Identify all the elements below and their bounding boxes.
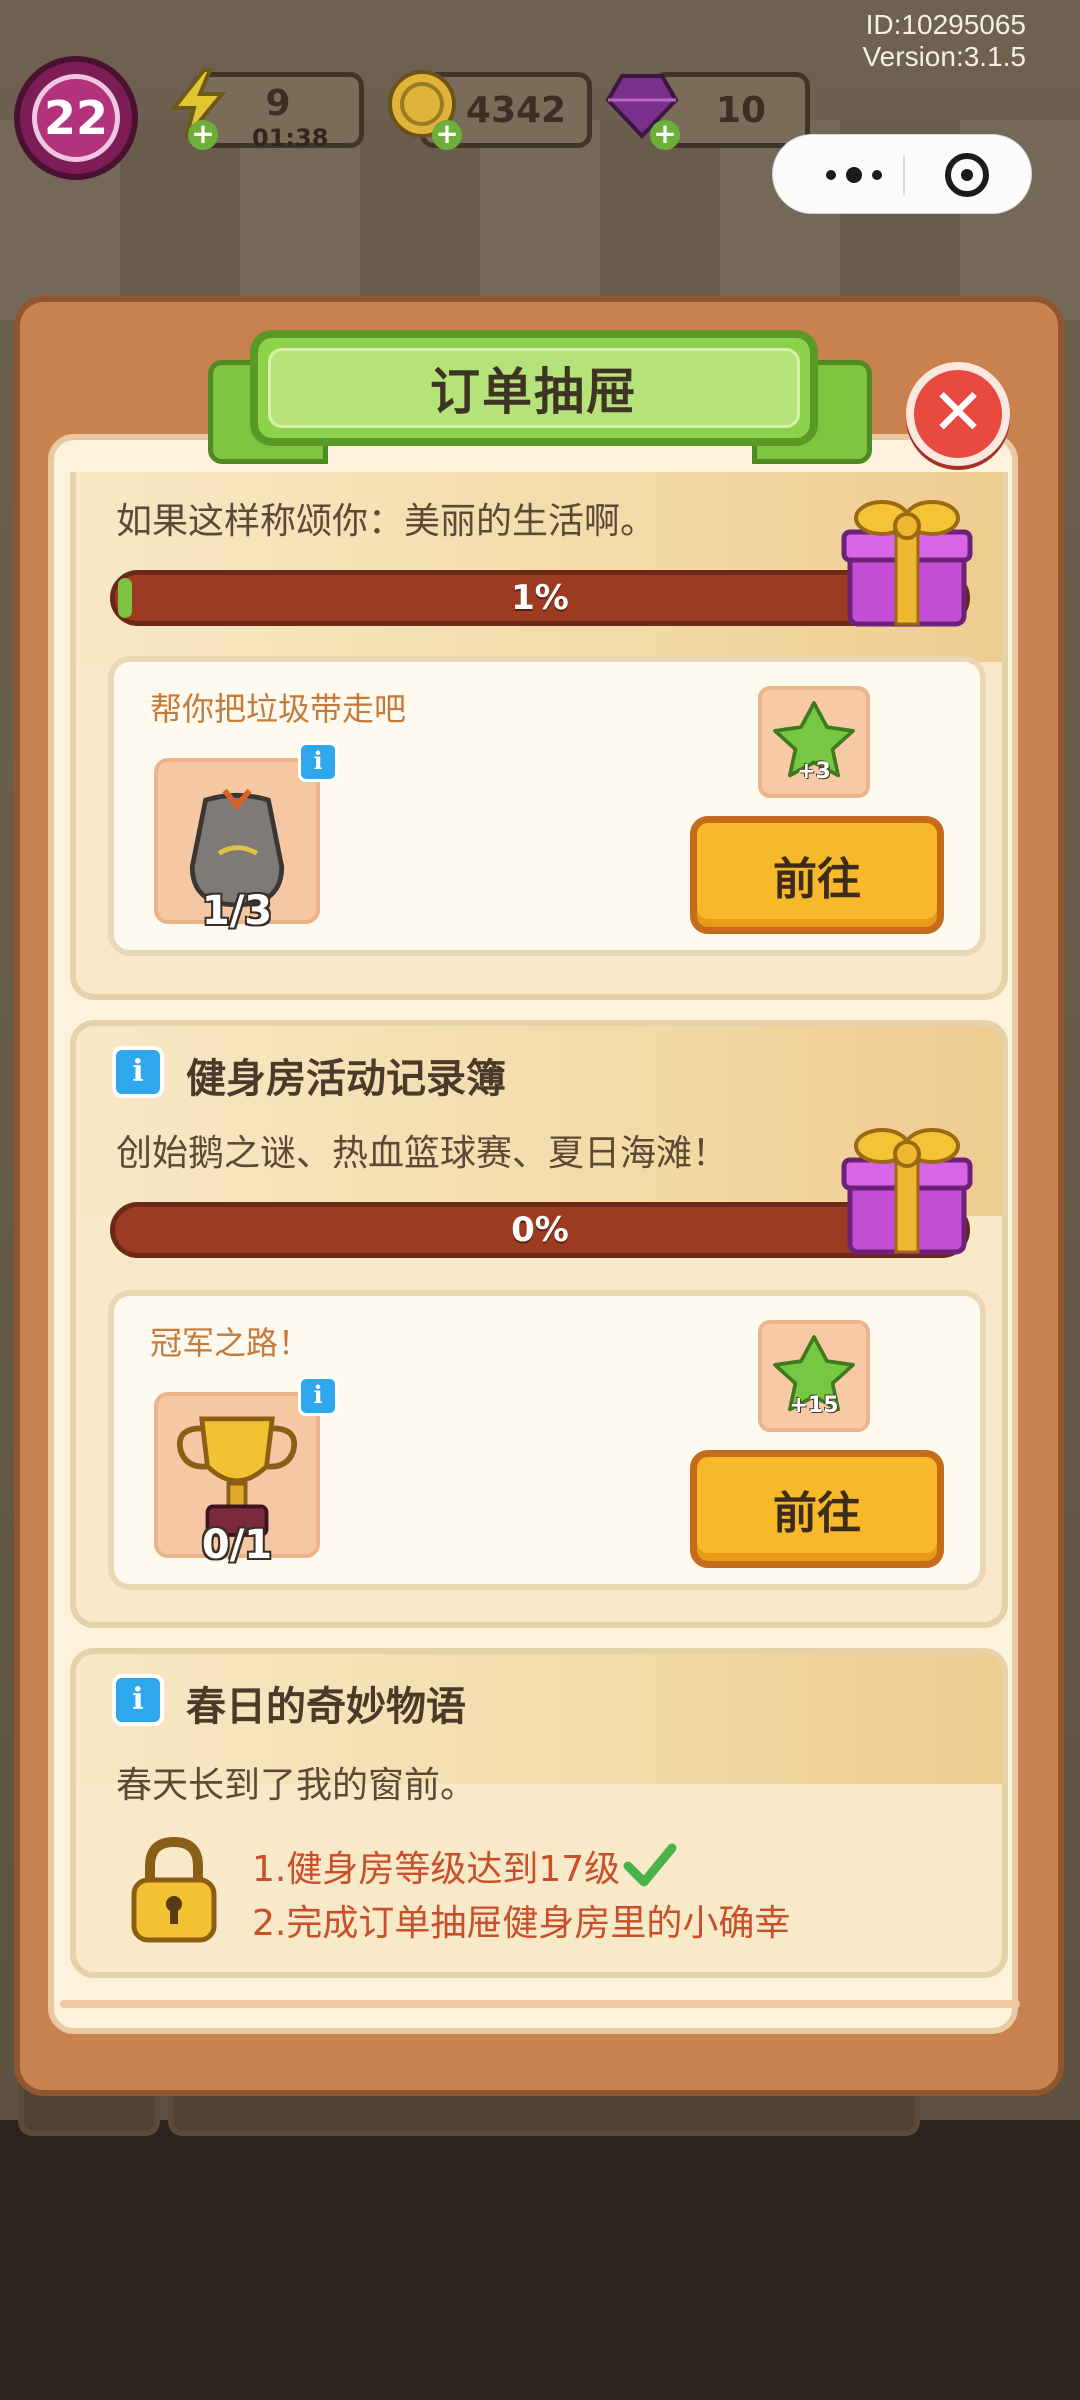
section-description: 创始鹅之谜、热血篮球赛、夏日海滩！ xyxy=(116,1133,729,1174)
go-button[interactable]: 前往 xyxy=(690,1450,944,1568)
lock-icon xyxy=(131,1836,217,1943)
content-divider xyxy=(60,2000,1020,2008)
section-info-icon[interactable]: i xyxy=(112,1674,164,1726)
requirement-2: 2.完成订单抽屉健身房里的小确幸 xyxy=(252,1903,791,1944)
user-id: ID:10295065 xyxy=(865,9,1026,40)
item-info-icon[interactable]: i xyxy=(298,1376,338,1416)
task-item-box: 0/1 xyxy=(154,1392,320,1568)
reward-amount: +3 xyxy=(797,759,831,784)
gem-plus-icon[interactable]: + xyxy=(650,120,680,150)
task-progress-count: 0/1 xyxy=(201,1522,273,1568)
section-info-icon[interactable]: i xyxy=(112,1046,164,1098)
task-title: 帮你把垃圾带走吧 xyxy=(150,690,407,728)
coin-plus-icon[interactable]: + xyxy=(432,120,462,150)
reward-box: +3 xyxy=(758,686,870,798)
task-item-box: 1/3 xyxy=(154,758,320,934)
version-label: Version:3.1.5 xyxy=(862,41,1026,72)
task-card: 帮你把垃圾带走吧 1/3 i +3 前往 xyxy=(108,656,986,956)
level-badge[interactable]: 22 xyxy=(14,56,138,180)
section-title: 春日的奇妙物语 xyxy=(186,1684,466,1730)
close-button[interactable]: ✕ xyxy=(906,362,1010,466)
section-description: 春天长到了我的窗前。 xyxy=(116,1765,477,1806)
requirement-1: 1.健身房等级达到17级 xyxy=(252,1849,621,1890)
level-number: 22 xyxy=(32,74,120,162)
task-title: 冠军之路！ xyxy=(150,1324,311,1362)
gem-value: 10 xyxy=(715,89,767,131)
task-progress-count: 1/3 xyxy=(201,888,273,934)
section-title: 健身房活动记录簿 xyxy=(186,1056,506,1102)
task-card: 冠军之路！ 0/1 i +15 前往 xyxy=(108,1290,986,1590)
section-description: 如果这样称颂你：美丽的生活啊。 xyxy=(116,501,657,542)
energy-value: 9 xyxy=(265,82,291,124)
reward-amount: +15 xyxy=(789,1393,839,1418)
gift-box-icon[interactable] xyxy=(832,1112,982,1262)
capsule-divider xyxy=(903,155,905,195)
section-spring-story: i 春日的奇妙物语 春天长到了我的窗前。 1.健身房等级达到17级 2.完成订单… xyxy=(70,1648,1008,1978)
dialog-title: 订单抽屉 xyxy=(268,348,800,428)
bottom-dark-area xyxy=(0,2120,1080,2400)
coin-value: 4342 xyxy=(465,89,567,131)
go-button[interactable]: 前往 xyxy=(690,816,944,934)
mini-program-capsule xyxy=(772,134,1032,214)
energy-timer: 01:38 xyxy=(252,124,329,152)
item-info-icon[interactable]: i xyxy=(298,742,338,782)
more-options-button[interactable] xyxy=(809,163,899,187)
energy-plus-icon[interactable]: + xyxy=(188,120,218,150)
check-icon xyxy=(623,1843,677,1887)
title-ribbon: 订单抽屉 xyxy=(250,330,818,446)
reward-box: +15 xyxy=(758,1320,870,1432)
gift-box-icon[interactable] xyxy=(832,484,982,634)
close-miniprogram-button[interactable] xyxy=(945,153,989,197)
